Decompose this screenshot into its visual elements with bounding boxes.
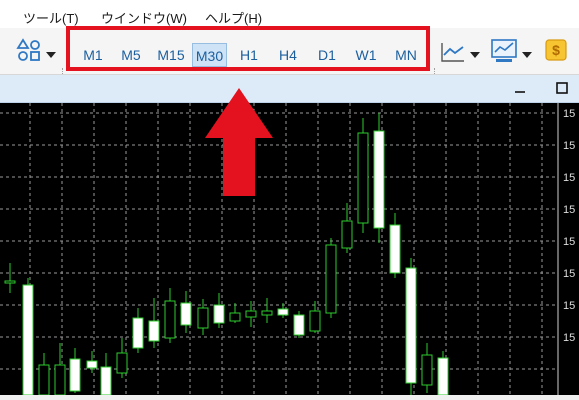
svg-text:$: $ (552, 42, 560, 58)
candle-body (421, 354, 433, 386)
candle-body (341, 220, 353, 249)
candle-body (22, 284, 34, 396)
price-axis-label: 15 (563, 140, 575, 152)
candle-body (293, 314, 305, 336)
candle-body (38, 364, 50, 396)
candle-body (405, 267, 417, 384)
price-axis-label: 15 (563, 332, 575, 344)
indicators-icon[interactable] (490, 38, 518, 69)
timeframe-highlight-box (66, 26, 430, 71)
chart-window-header (0, 75, 579, 103)
candle-body (4, 280, 16, 284)
minimize-icon[interactable] (513, 81, 527, 100)
candle-body (148, 320, 160, 342)
chart-background (0, 103, 579, 395)
menu-help[interactable]: ヘルプ(H) (205, 8, 262, 27)
candle-body (437, 357, 449, 396)
menu-bar: ツール(T) ウインドウ(W) ヘルプ(H) (0, 0, 579, 28)
candle-body (325, 244, 337, 314)
maximize-icon[interactable] (555, 81, 569, 100)
objects-dropdown-arrow-icon[interactable] (46, 46, 56, 64)
menu-window[interactable]: ウインドウ(W) (101, 8, 187, 27)
candle-body (197, 307, 209, 329)
line-chart-dropdown-arrow-icon[interactable] (470, 46, 480, 64)
candle-body (213, 304, 225, 324)
price-axis-label: 15 (563, 300, 575, 312)
price-axis-label: 15 (563, 204, 575, 216)
price-axis-label: 15 (563, 172, 575, 184)
candle-body (54, 364, 66, 396)
candle-body (309, 310, 321, 332)
price-axis-label: 15 (563, 108, 575, 120)
candle-body (100, 366, 112, 396)
candle-body (389, 224, 401, 274)
candle-body (261, 310, 273, 316)
candle-body (69, 358, 81, 392)
dollar-icon[interactable]: $ (545, 39, 567, 66)
candle-body (86, 360, 98, 369)
candle-body (245, 310, 257, 318)
line-chart-icon[interactable] (440, 41, 466, 68)
price-axis-label: 15 (563, 268, 575, 280)
objects-icon[interactable] (16, 38, 42, 67)
candle-body (180, 302, 192, 326)
candle-body (132, 317, 144, 349)
price-chart[interactable]: 15 15 15 15 15 15 15 15 (0, 103, 579, 396)
candle-body (164, 300, 176, 339)
candle-body (116, 352, 128, 374)
indicators-dropdown-arrow-icon[interactable] (522, 46, 532, 64)
price-axis-label: 15 (563, 236, 575, 248)
candle-body (229, 312, 241, 322)
menu-tools[interactable]: ツール(T) (23, 8, 79, 27)
candle-body (373, 130, 385, 229)
candle-body (277, 308, 289, 316)
candle-body (357, 132, 369, 224)
up-arrow-icon (205, 88, 273, 203)
